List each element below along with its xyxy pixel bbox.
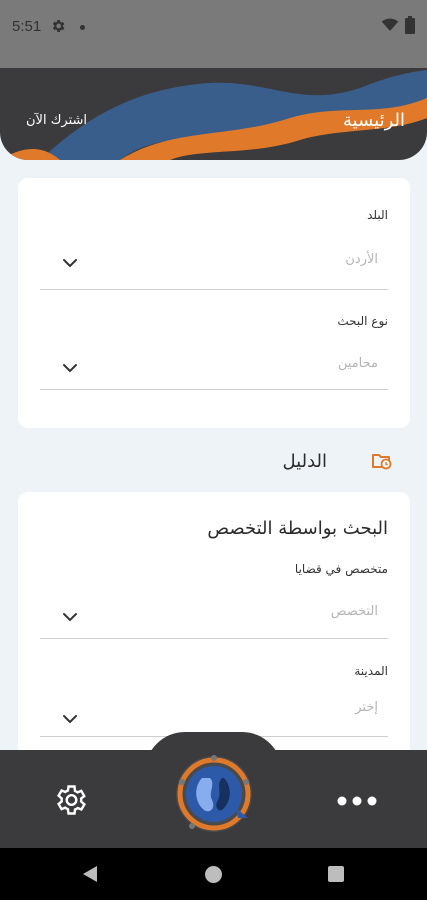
notification-dot: [80, 25, 85, 30]
app-logo-icon[interactable]: [172, 752, 256, 836]
battery-icon: [405, 16, 415, 34]
field-divider: [40, 289, 388, 290]
specialty-label: متخصص في قضايا: [294, 562, 388, 576]
back-icon[interactable]: [81, 865, 99, 883]
home-icon[interactable]: [205, 866, 222, 883]
field-divider: [40, 638, 388, 639]
chevron-down-icon[interactable]: [62, 612, 78, 622]
status-time: 5:51: [12, 18, 42, 35]
specialty-search-card: البحث بواسطة التخصص متخصص في قضايا التخص…: [18, 492, 410, 772]
city-label: المدينة: [354, 664, 388, 678]
city-select-placeholder[interactable]: إختر: [355, 700, 378, 715]
subscribe-now-link[interactable]: اشترك الآن: [26, 113, 87, 128]
specialty-select-placeholder[interactable]: التخصص: [331, 604, 378, 619]
chevron-down-icon[interactable]: [62, 258, 78, 268]
filter-card: البلد الأردن نوع البحث محامين: [18, 178, 410, 428]
field-divider: [40, 389, 388, 390]
settings-icon[interactable]: [52, 782, 88, 818]
search-type-label: نوع البحث: [337, 314, 388, 328]
card-heading: البحث بواسطة التخصص: [207, 518, 388, 539]
chevron-down-icon[interactable]: [62, 363, 78, 373]
wifi-icon: [381, 18, 399, 31]
country-select-value[interactable]: الأردن: [345, 252, 378, 267]
recents-icon[interactable]: [328, 866, 344, 882]
folder-clock-icon: [372, 454, 392, 470]
search-type-select-value[interactable]: محامين: [338, 356, 378, 371]
section-title: الدليل: [282, 451, 327, 472]
more-icon[interactable]: [336, 792, 378, 810]
chevron-down-icon[interactable]: [62, 714, 78, 724]
status-bar: 5:51: [0, 0, 427, 68]
page-title: الرئيسية: [343, 110, 405, 131]
settings-icon: [52, 20, 65, 32]
app-header: الرئيسية اشترك الآن: [0, 68, 427, 160]
country-label: البلد: [367, 208, 388, 222]
